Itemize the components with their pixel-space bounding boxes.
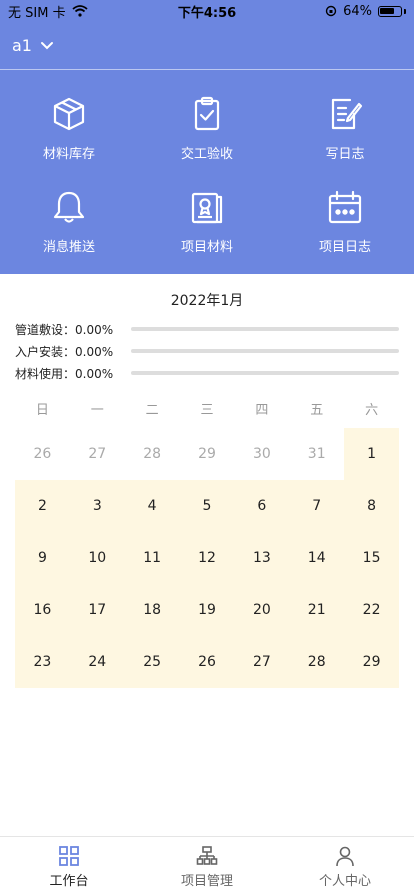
stat-row-material-usage: 材料使用：0.00% <box>0 362 414 384</box>
tab-label: 工作台 <box>49 873 89 889</box>
weekday-label: 一 <box>90 402 104 418</box>
battery-percent: 64% <box>343 3 372 19</box>
battery-icon <box>378 5 402 17</box>
shortcut-write-log[interactable]: 写日志 <box>276 82 414 175</box>
bell-icon <box>53 191 85 223</box>
calendar: 日一二三四五六 26 27 28 29 30 31 1 2 3 4 5 6 7 8 9 10 11 12 13 14 1… <box>15 388 399 688</box>
stat-row-installation: 入户安装：0.00% <box>0 340 414 362</box>
calendar-day[interactable]: 27 <box>234 636 290 688</box>
shortcut-label: 消息推送 <box>42 240 95 255</box>
weekday-header: 日一二三四五六 <box>15 388 399 428</box>
stat-label: 管道敷设：0.00% <box>15 322 114 337</box>
calendar-day[interactable]: 6 <box>234 480 290 532</box>
shortcut-grid: 材料库存 交工验收 写日志 消息推送 项目材料 项目日志 <box>0 70 414 274</box>
carrier-text: 无 SIM 卡 <box>8 5 66 21</box>
certificate-icon <box>191 192 223 224</box>
progress-bar <box>131 371 399 375</box>
weekday-label: 二 <box>145 402 159 418</box>
calendar-day[interactable]: 18 <box>124 584 180 636</box>
progress-bar <box>131 349 399 353</box>
calendar-day[interactable]: 21 <box>289 584 345 636</box>
calendar-day[interactable]: 24 <box>69 636 125 688</box>
calendar-day[interactable]: 17 <box>69 584 125 636</box>
calendar-day-outside-month[interactable]: 26 <box>15 428 70 480</box>
tab-label: 项目管理 <box>180 873 233 889</box>
calendar-day[interactable]: 10 <box>69 532 125 584</box>
calendar-day[interactable]: 28 <box>289 636 345 688</box>
calendar-icon <box>328 190 362 224</box>
weekday-label: 三 <box>200 402 214 418</box>
month-title: 2022年1月 <box>170 293 244 309</box>
calendar-day[interactable]: 2 <box>15 480 70 532</box>
calendar-day[interactable]: 14 <box>289 532 345 584</box>
calendar-day[interactable]: 8 <box>344 480 399 532</box>
calendar-day[interactable]: 29 <box>344 636 399 688</box>
calendar-day[interactable]: 19 <box>179 584 235 636</box>
calendar-days: 26 27 28 29 30 31 1 2 3 4 5 6 7 8 9 10 11 12 13 14 15 16 17 18 1… <box>15 428 399 688</box>
calendar-day-outside-month[interactable]: 30 <box>234 428 290 480</box>
project-selector[interactable]: a1 <box>12 36 54 55</box>
chevron-down-icon <box>40 41 53 49</box>
calendar-day[interactable]: 9 <box>15 532 70 584</box>
shortcut-acceptance[interactable]: 交工验收 <box>138 82 276 175</box>
weekday-label: 日 <box>35 402 49 418</box>
calendar-day-outside-month[interactable]: 31 <box>289 428 345 480</box>
grid-icon <box>59 845 79 866</box>
wifi-icon <box>71 5 88 17</box>
calendar-day[interactable]: 11 <box>124 532 180 584</box>
shortcut-project-log[interactable]: 项目日志 <box>276 175 414 268</box>
shortcut-label: 项目材料 <box>180 240 233 255</box>
shortcut-message-push[interactable]: 消息推送 <box>0 175 138 268</box>
calendar-day[interactable]: 20 <box>234 584 290 636</box>
stat-label: 材料使用：0.00% <box>15 366 114 381</box>
calendar-day[interactable]: 1 <box>344 428 399 480</box>
person-icon <box>336 846 354 866</box>
shortcut-label: 项目日志 <box>318 240 371 255</box>
shortcut-label: 材料库存 <box>42 147 95 162</box>
calendar-day[interactable]: 12 <box>179 532 235 584</box>
stat-label: 入户安装：0.00% <box>15 344 114 359</box>
status-left: 无 SIM 卡 <box>8 2 88 21</box>
stat-row-pipe-laying: 管道敷设：0.00% <box>0 318 414 340</box>
calendar-day[interactable]: 4 <box>124 480 180 532</box>
tab-workbench[interactable]: 工作台 <box>19 845 119 889</box>
weekday-label: 四 <box>255 402 269 418</box>
calendar-day[interactable]: 23 <box>15 636 70 688</box>
shortcut-label: 写日志 <box>325 147 365 162</box>
shortcut-project-material[interactable]: 项目材料 <box>138 175 276 268</box>
calendar-day[interactable]: 5 <box>179 480 235 532</box>
calendar-day-outside-month[interactable]: 29 <box>179 428 235 480</box>
shortcut-material-inventory[interactable]: 材料库存 <box>0 82 138 175</box>
orientation-lock-icon <box>325 5 337 17</box>
tab-project-management[interactable]: 项目管理 <box>157 845 257 889</box>
calendar-day[interactable]: 25 <box>124 636 180 688</box>
calendar-day[interactable]: 13 <box>234 532 290 584</box>
calendar-day[interactable]: 26 <box>179 636 235 688</box>
battery-cap <box>404 8 406 14</box>
bottom-tab-bar: 工作台 项目管理 个人中心 <box>0 836 414 896</box>
tab-personal-center[interactable]: 个人中心 <box>295 845 395 889</box>
shortcut-label: 交工验收 <box>180 147 233 162</box>
project-name: a1 <box>12 36 32 55</box>
calendar-day[interactable]: 16 <box>15 584 70 636</box>
tab-label: 个人中心 <box>318 873 371 889</box>
progress-stats: 2022年1月 管道敷设：0.00% 入户安装：0.00% 材料使用：0.00% <box>0 274 414 384</box>
calendar-day[interactable]: 3 <box>69 480 125 532</box>
cube-icon <box>53 97 85 131</box>
weekday-label: 五 <box>310 402 324 418</box>
calendar-day[interactable]: 15 <box>344 532 399 584</box>
edit-note-icon <box>331 98 363 130</box>
weekday-label: 六 <box>365 402 379 418</box>
top-bar: a1 <box>0 22 414 70</box>
org-chart-icon <box>196 845 218 865</box>
progress-bar <box>131 327 399 331</box>
calendar-day-outside-month[interactable]: 28 <box>124 428 180 480</box>
calendar-day[interactable]: 7 <box>289 480 345 532</box>
status-right: 64% <box>325 4 406 19</box>
clipboard-check-icon <box>194 96 220 131</box>
calendar-day[interactable]: 22 <box>344 584 399 636</box>
calendar-day-outside-month[interactable]: 27 <box>69 428 125 480</box>
status-bar: 无 SIM 卡 下午4:56 64% <box>0 0 414 22</box>
